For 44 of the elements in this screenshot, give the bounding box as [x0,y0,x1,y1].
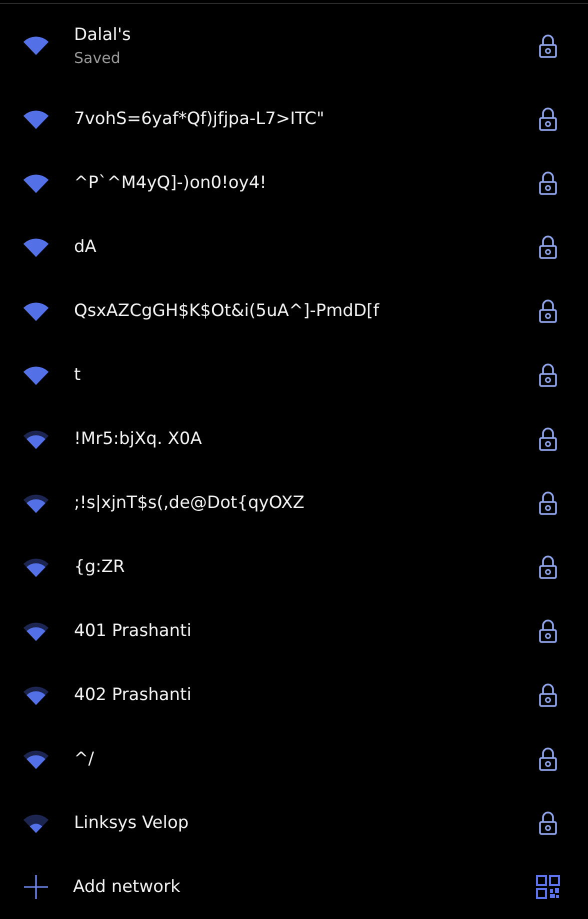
add-network-item[interactable]: Add network [0,855,588,919]
wifi-signal-icon [22,108,50,130]
add-network-label: Add network [73,877,182,897]
network-status: Saved [74,48,122,66]
network-name: ^/ [74,749,95,769]
network-item[interactable]: QsxAZCgGH$K$Ot&i(5uA^]-PmdD[f [0,279,588,343]
wifi-signal-icon [22,300,50,322]
wifi-signal-icon [22,812,50,834]
network-item[interactable]: 401 Prashanti [0,599,588,663]
wifi-signal-icon [22,492,50,514]
network-item[interactable]: ^P`^M4yQ]-)on0!oy4! [0,151,588,215]
wifi-signal-icon [22,620,50,642]
qr-code-icon[interactable] [536,875,560,899]
network-name: QsxAZCgGH$K$Ot&i(5uA^]-PmdD[f [74,301,380,321]
network-name: Linksys Velop [74,813,190,833]
network-name: dA [74,237,98,257]
network-name: !Mr5:bjXq. X0A [74,429,203,449]
wifi-signal-icon [22,172,50,194]
network-item[interactable]: {g:ZR [0,535,588,599]
network-name: Dalal's [74,24,132,44]
network-name: 7vohS=6yaf*Qf)jfjpa-L7>ITC" [74,109,326,129]
network-name: ^P`^M4yQ]-)on0!oy4! [74,173,268,193]
network-name: 401 Prashanti [74,621,192,641]
network-item[interactable]: t [0,343,588,407]
network-item[interactable]: ;!s|xjnT$s(,de@Dot{qyOXZ [0,471,588,535]
network-name: 402 Prashanti [74,685,192,705]
wifi-signal-icon [22,428,50,450]
network-name: t [74,365,82,385]
network-item[interactable]: dA [0,215,588,279]
network-item[interactable]: 7vohS=6yaf*Qf)jfjpa-L7>ITC" [0,87,588,151]
wifi-signal-icon [22,236,50,258]
network-item[interactable]: ^/ [0,727,588,791]
network-name: {g:ZR [74,557,126,577]
network-item[interactable]: 402 Prashanti [0,663,588,727]
wifi-signal-icon [22,35,50,56]
network-name: ;!s|xjnT$s(,de@Dot{qyOXZ [74,493,306,513]
network-item[interactable]: Dalal's Saved [0,4,588,87]
wifi-signal-icon [22,556,50,578]
plus-icon [23,874,49,900]
wifi-signal-icon [22,364,50,386]
wifi-signal-icon [22,684,50,706]
network-item[interactable]: Linksys Velop [0,791,588,855]
network-item[interactable]: !Mr5:bjXq. X0A [0,407,588,471]
wifi-signal-icon [22,748,50,770]
